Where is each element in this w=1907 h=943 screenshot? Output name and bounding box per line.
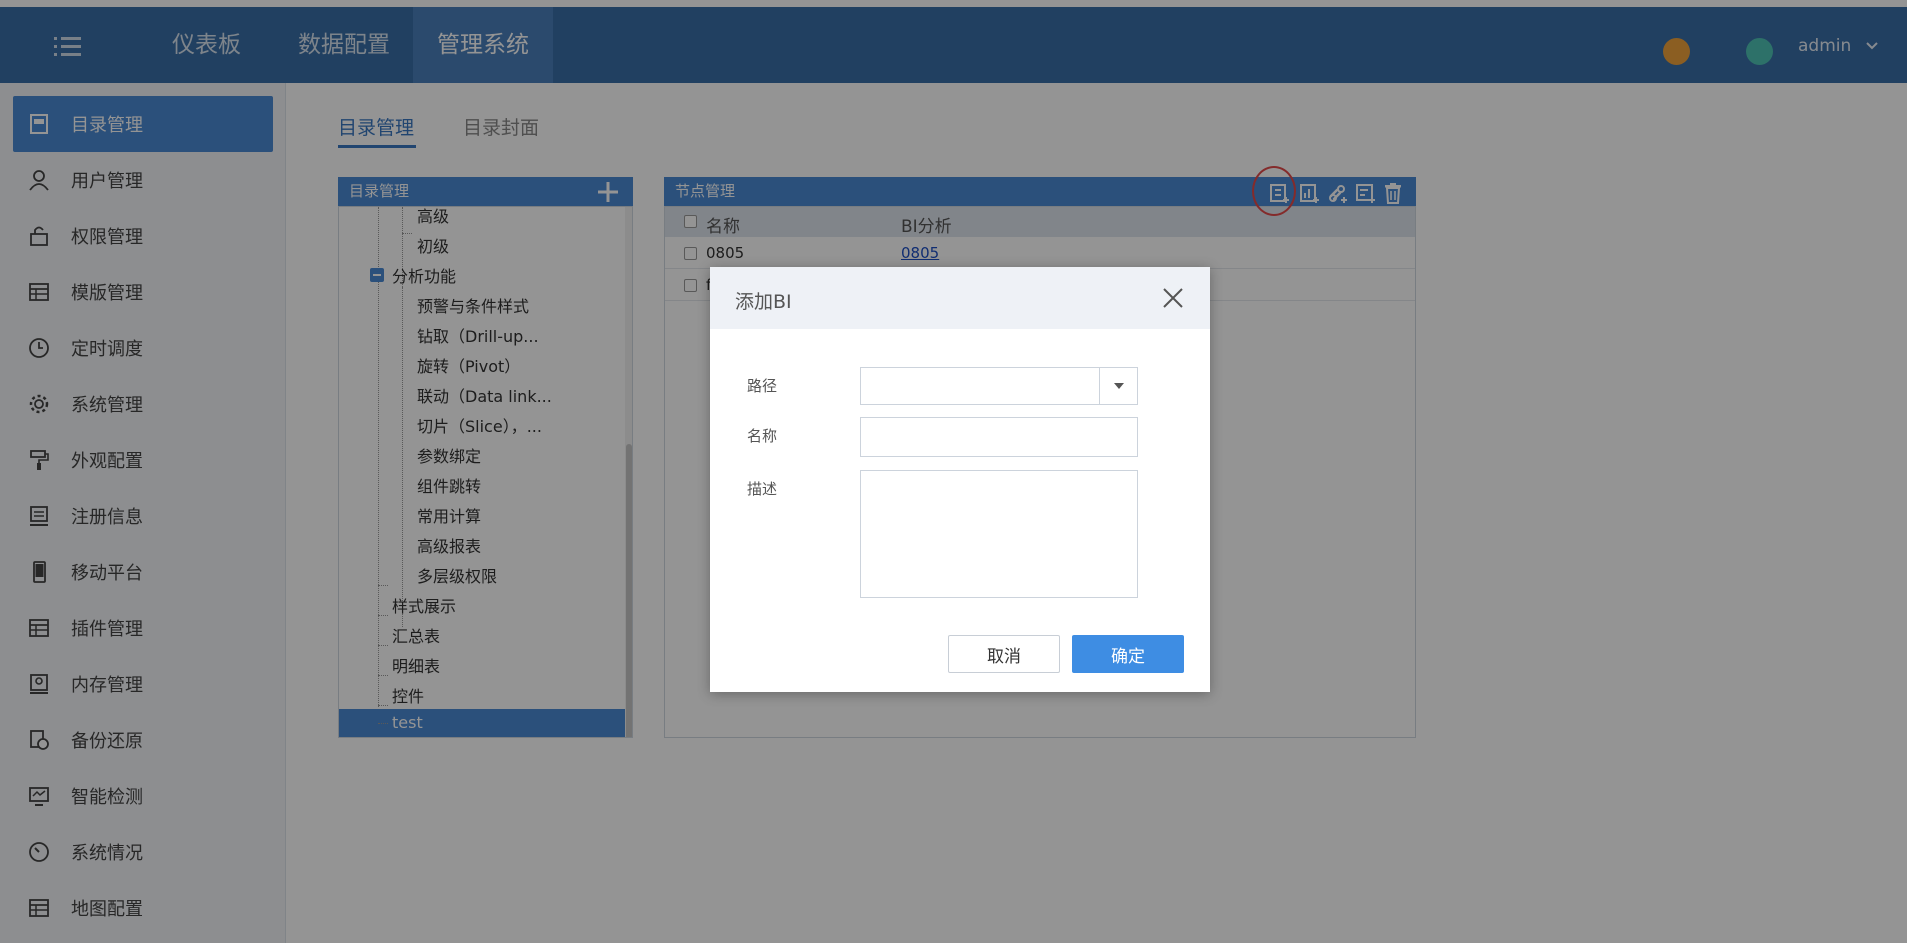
dialog-title: 添加BI <box>735 291 792 313</box>
cancel-button[interactable]: 取消 <box>948 635 1060 673</box>
name-label: 名称 <box>747 427 778 445</box>
description-textarea[interactable] <box>860 470 1138 598</box>
path-select[interactable] <box>860 367 1138 405</box>
name-input[interactable] <box>860 417 1138 457</box>
add-bi-dialog: 添加BI 路径 名称 描述 取消 确定 <box>710 267 1210 692</box>
caret-down-icon <box>1114 383 1124 389</box>
description-label: 描述 <box>747 480 778 498</box>
path-label: 路径 <box>747 377 778 395</box>
path-select-toggle[interactable] <box>1099 367 1138 405</box>
dialog-header: 添加BI <box>710 267 1210 329</box>
confirm-button[interactable]: 确定 <box>1072 635 1184 673</box>
close-icon[interactable] <box>1160 285 1186 311</box>
